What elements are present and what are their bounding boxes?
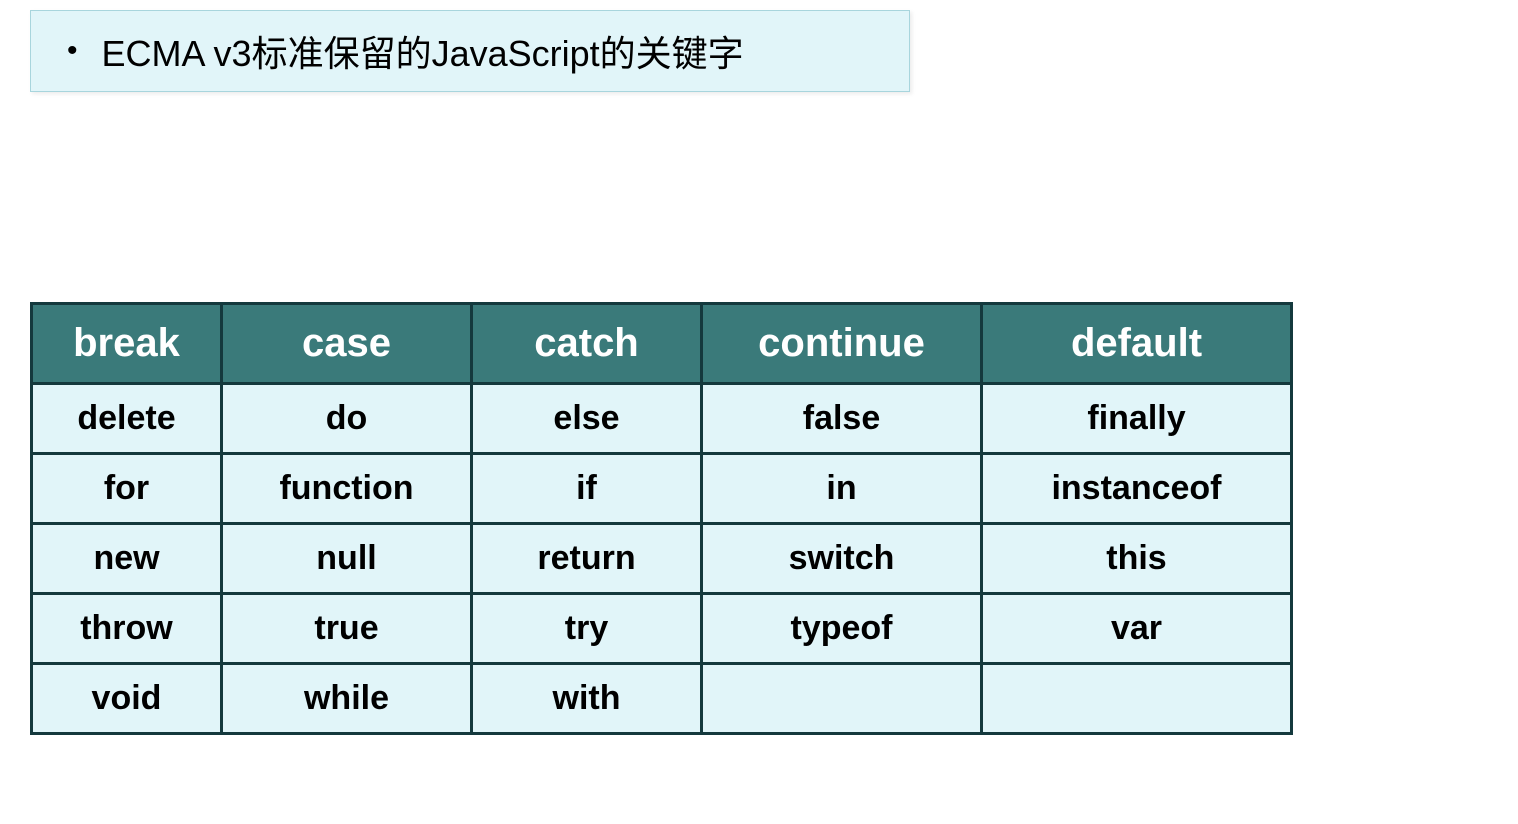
table-cell: switch — [702, 524, 982, 594]
table-cell: delete — [32, 384, 222, 454]
table-header-cell: continue — [702, 304, 982, 384]
table-cell: false — [702, 384, 982, 454]
table-cell: null — [222, 524, 472, 594]
table-cell: in — [702, 454, 982, 524]
table-header-cell: catch — [472, 304, 702, 384]
table-row: delete do else false finally — [32, 384, 1292, 454]
table-cell — [982, 664, 1292, 734]
table-cell: for — [32, 454, 222, 524]
table-header-cell: case — [222, 304, 472, 384]
table-row: throw true try typeof var — [32, 594, 1292, 664]
keywords-table: break case catch continue default delete… — [30, 302, 1293, 735]
table-cell: return — [472, 524, 702, 594]
bullet-icon: • — [67, 34, 78, 68]
title-box: • ECMA v3标准保留的JavaScript的关键字 — [30, 10, 910, 92]
table-cell: function — [222, 454, 472, 524]
table-cell: true — [222, 594, 472, 664]
table-cell: void — [32, 664, 222, 734]
table-row: void while with — [32, 664, 1292, 734]
table-cell: typeof — [702, 594, 982, 664]
table-cell — [702, 664, 982, 734]
table-cell: if — [472, 454, 702, 524]
table-header-cell: break — [32, 304, 222, 384]
table-cell: do — [222, 384, 472, 454]
table-cell: throw — [32, 594, 222, 664]
table-cell: finally — [982, 384, 1292, 454]
table-cell: new — [32, 524, 222, 594]
title-label: ECMA v3标准保留的JavaScript的关键字 — [102, 25, 744, 77]
table-cell: while — [222, 664, 472, 734]
table-row: new null return switch this — [32, 524, 1292, 594]
table-cell: try — [472, 594, 702, 664]
table-cell: var — [982, 594, 1292, 664]
table-cell: else — [472, 384, 702, 454]
title-text: • ECMA v3标准保留的JavaScript的关键字 — [61, 25, 879, 77]
table-cell: instanceof — [982, 454, 1292, 524]
table-cell: with — [472, 664, 702, 734]
table-cell: this — [982, 524, 1292, 594]
table-row: for function if in instanceof — [32, 454, 1292, 524]
table-header-cell: default — [982, 304, 1292, 384]
table-header-row: break case catch continue default — [32, 304, 1292, 384]
